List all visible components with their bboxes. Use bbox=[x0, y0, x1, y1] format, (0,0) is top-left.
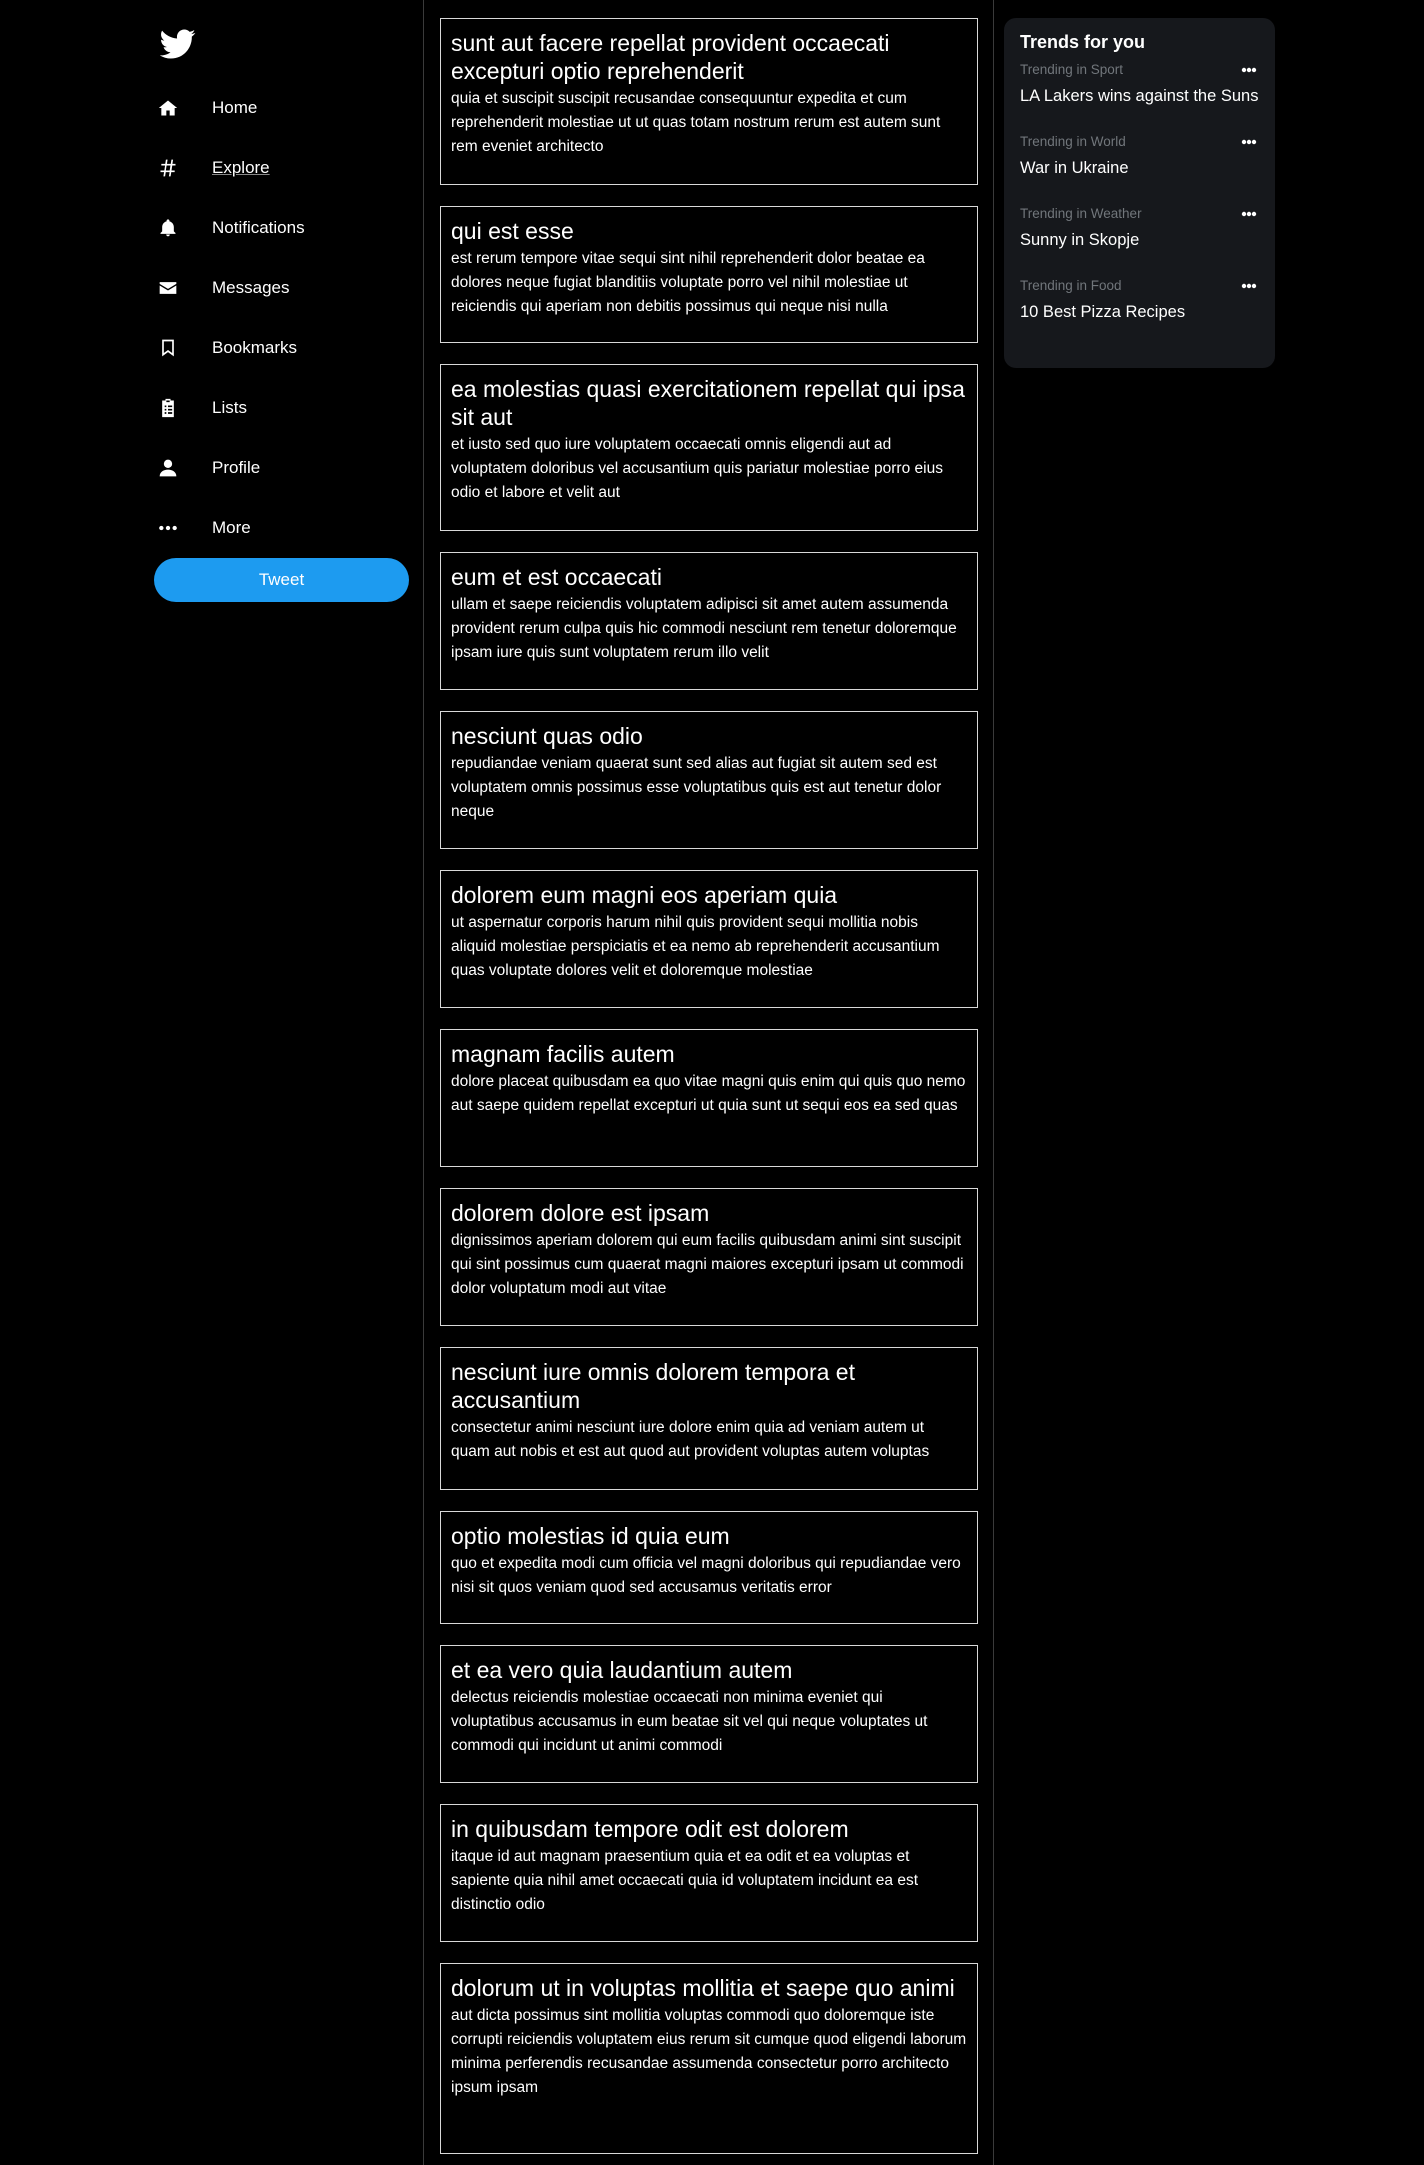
user-icon bbox=[158, 456, 198, 480]
post-body: dolore placeat quibusdam ea quo vitae ma… bbox=[451, 1073, 966, 1114]
envelope-icon bbox=[158, 276, 198, 300]
sidebar-item-label: More bbox=[212, 518, 251, 537]
post-title: optio molestias id quia eum bbox=[451, 1523, 730, 1549]
home-icon bbox=[158, 96, 198, 120]
sidebar-item-lists[interactable]: Lists bbox=[158, 378, 408, 438]
sidebar-item-label: Explore bbox=[212, 158, 270, 177]
sidebar-nav: Home Explore Notifications Messages Book… bbox=[158, 78, 408, 558]
post-title: ea molestias quasi exercitationem repell… bbox=[451, 376, 965, 430]
post-body: consectetur animi nesciunt iure dolore e… bbox=[451, 1419, 930, 1460]
post-body: ullam et saepe reiciendis voluptatem adi… bbox=[451, 596, 957, 661]
tweet-button[interactable]: Tweet bbox=[154, 558, 409, 602]
post-body: et iusto sed quo iure voluptatem occaeca… bbox=[451, 436, 943, 501]
post-title: in quibusdam tempore odit est dolorem bbox=[451, 1816, 849, 1842]
trend-name: Sunny in Skopje bbox=[1020, 231, 1140, 249]
post-card[interactable]: ea molestias quasi exercitationem repell… bbox=[440, 364, 978, 531]
ellipsis-icon[interactable] bbox=[1239, 205, 1259, 223]
post-card[interactable]: magnam facilis autem dolore placeat quib… bbox=[440, 1029, 978, 1167]
post-title: dolorem dolore est ipsam bbox=[451, 1200, 710, 1226]
post-body: aut dicta possimus sint mollitia volupta… bbox=[451, 2007, 967, 2096]
post-body: ut aspernatur corporis harum nihil quis … bbox=[451, 914, 940, 979]
post-title: sunt aut facere repellat provident occae… bbox=[451, 30, 890, 84]
post-card[interactable]: in quibusdam tempore odit est dolorem it… bbox=[440, 1804, 978, 1942]
post-card[interactable]: dolorem eum magni eos aperiam quia ut as… bbox=[440, 870, 978, 1008]
clipboard-list-icon bbox=[158, 396, 198, 420]
sidebar-item-explore[interactable]: Explore bbox=[158, 138, 408, 198]
post-card[interactable]: optio molestias id quia eum quo et exped… bbox=[440, 1511, 978, 1624]
post-title: dolorem eum magni eos aperiam quia bbox=[451, 882, 838, 908]
trends-panel: Trends for you Trending in Sport LA Lake… bbox=[1004, 18, 1275, 368]
post-title: nesciunt iure omnis dolorem tempora et a… bbox=[451, 1359, 855, 1413]
sidebar-item-profile[interactable]: Profile bbox=[158, 438, 408, 498]
sidebar-item-label: Lists bbox=[212, 398, 247, 417]
ellipsis-icon bbox=[158, 516, 198, 540]
trend-item[interactable]: Trending in Sport LA Lakers wins against… bbox=[1020, 61, 1259, 133]
feed: sunt aut facere repellat provident occae… bbox=[424, 0, 994, 2165]
post-title: nesciunt quas odio bbox=[451, 723, 643, 749]
sidebar-item-notifications[interactable]: Notifications bbox=[158, 198, 408, 258]
trend-name: War in Ukraine bbox=[1020, 159, 1129, 177]
sidebar-item-label: Notifications bbox=[212, 218, 305, 237]
post-card[interactable]: qui est esse est rerum tempore vitae seq… bbox=[440, 206, 978, 343]
post-body: repudiandae veniam quaerat sunt sed alia… bbox=[451, 755, 942, 820]
post-body: quo et expedita modi cum officia vel mag… bbox=[451, 1555, 961, 1596]
sidebar-item-bookmarks[interactable]: Bookmarks bbox=[158, 318, 408, 378]
post-card[interactable]: eum et est occaecati ullam et saepe reic… bbox=[440, 552, 978, 690]
sidebar-item-messages[interactable]: Messages bbox=[158, 258, 408, 318]
post-card[interactable]: nesciunt quas odio repudiandae veniam qu… bbox=[440, 711, 978, 849]
ellipsis-icon[interactable] bbox=[1239, 277, 1259, 295]
post-title: eum et est occaecati bbox=[451, 564, 662, 590]
sidebar-item-label: Bookmarks bbox=[212, 338, 298, 357]
post-body: delectus reiciendis molestiae occaecati … bbox=[451, 1689, 928, 1754]
post-card[interactable]: nesciunt iure omnis dolorem tempora et a… bbox=[440, 1347, 978, 1490]
trends-title: Trends for you bbox=[1020, 32, 1146, 52]
sidebar-item-label: Profile bbox=[212, 458, 261, 477]
trend-category: Trending in Food bbox=[1020, 278, 1122, 293]
trend-item[interactable]: Trending in Food 10 Best Pizza Recipes bbox=[1020, 277, 1259, 349]
post-card[interactable]: dolorum ut in voluptas mollitia et saepe… bbox=[440, 1963, 978, 2154]
post-card[interactable]: dolorem dolore est ipsam dignissimos ape… bbox=[440, 1188, 978, 1326]
sidebar-item-more[interactable]: More bbox=[158, 498, 408, 558]
post-body: quia et suscipit suscipit recusandae con… bbox=[451, 90, 941, 155]
trend-name: 10 Best Pizza Recipes bbox=[1020, 303, 1186, 321]
sidebar-item-label: Home bbox=[212, 98, 258, 117]
post-card[interactable]: sunt aut facere repellat provident occae… bbox=[440, 18, 978, 185]
trend-category: Trending in World bbox=[1020, 134, 1126, 149]
post-title: magnam facilis autem bbox=[451, 1041, 675, 1067]
ellipsis-icon[interactable] bbox=[1239, 61, 1259, 79]
ellipsis-icon[interactable] bbox=[1239, 133, 1259, 151]
post-card[interactable]: et ea vero quia laudantium autem delectu… bbox=[440, 1645, 978, 1783]
twitter-bird-icon[interactable] bbox=[159, 26, 196, 62]
bookmark-icon bbox=[158, 336, 198, 360]
post-body: dignissimos aperiam dolorem qui eum faci… bbox=[451, 1232, 964, 1297]
post-body: est rerum tempore vitae sequi sint nihil… bbox=[451, 250, 925, 315]
trend-name: LA Lakers wins against the Suns bbox=[1020, 87, 1259, 105]
sidebar-item-home[interactable]: Home bbox=[158, 78, 408, 138]
post-title: et ea vero quia laudantium autem bbox=[451, 1657, 793, 1683]
app-layout: Home Explore Notifications Messages Book… bbox=[0, 0, 1424, 2165]
bell-icon bbox=[158, 216, 198, 240]
sidebar: Home Explore Notifications Messages Book… bbox=[0, 0, 424, 2165]
trend-item[interactable]: Trending in Weather Sunny in Skopje bbox=[1020, 205, 1259, 277]
post-title: dolorum ut in voluptas mollitia et saepe… bbox=[451, 1975, 955, 2001]
hashtag-icon bbox=[158, 156, 198, 180]
post-title: qui est esse bbox=[451, 218, 574, 244]
post-body: itaque id aut magnam praesentium quia et… bbox=[451, 1848, 919, 1913]
sidebar-item-label: Messages bbox=[212, 278, 290, 297]
trend-category: Trending in Sport bbox=[1020, 62, 1124, 77]
trend-item[interactable]: Trending in World War in Ukraine bbox=[1020, 133, 1259, 205]
trend-category: Trending in Weather bbox=[1020, 206, 1142, 221]
